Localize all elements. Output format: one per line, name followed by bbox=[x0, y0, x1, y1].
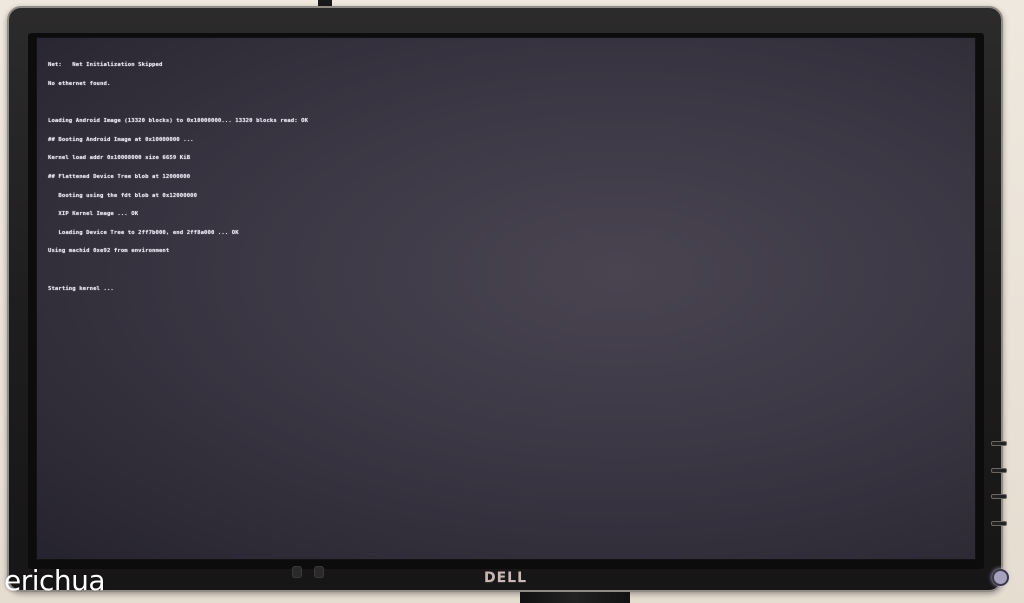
monitor-menu-button[interactable] bbox=[991, 441, 1007, 446]
photo-watermark: erichua bbox=[4, 564, 106, 597]
console-line: Loading Device Tree to 2ff7b000, end 2ff… bbox=[48, 229, 239, 236]
console-line: Net: Net Initialization Skipped bbox=[48, 62, 163, 69]
console-line: Kernel load addr 0x10008000 size 6659 Ki… bbox=[48, 155, 191, 162]
console-line: ## Booting Android Image at 0x10000000 .… bbox=[48, 136, 194, 143]
console-line: Loading Android Image (13320 blocks) to … bbox=[48, 118, 309, 125]
monitor-stand bbox=[520, 592, 630, 603]
boot-console: Net: Net Initialization Skipped No ether… bbox=[48, 50, 308, 304]
monitor-screen: Net: Net Initialization Skipped No ether… bbox=[36, 37, 976, 560]
power-button-icon[interactable] bbox=[992, 569, 1009, 586]
monitor-menu-button[interactable] bbox=[991, 494, 1007, 499]
console-line: Starting kernel ... bbox=[48, 285, 114, 292]
console-line: XIP Kernel Image ... OK bbox=[48, 211, 139, 218]
monitor-menu-button[interactable] bbox=[991, 468, 1007, 473]
console-line: Booting using the fdt blob at 0x12000000 bbox=[48, 192, 198, 199]
monitor-menu-button[interactable] bbox=[991, 521, 1007, 526]
console-line: No ethernet found. bbox=[48, 81, 111, 87]
ambient-sensor-icon bbox=[292, 566, 302, 578]
brand-logo: DELL bbox=[484, 570, 528, 586]
ambient-sensor-icon bbox=[314, 566, 324, 578]
console-line: Using machid 0xe92 from environment bbox=[48, 248, 170, 255]
console-line: ## Flattened Device Tree blob at 1200000… bbox=[48, 173, 191, 180]
